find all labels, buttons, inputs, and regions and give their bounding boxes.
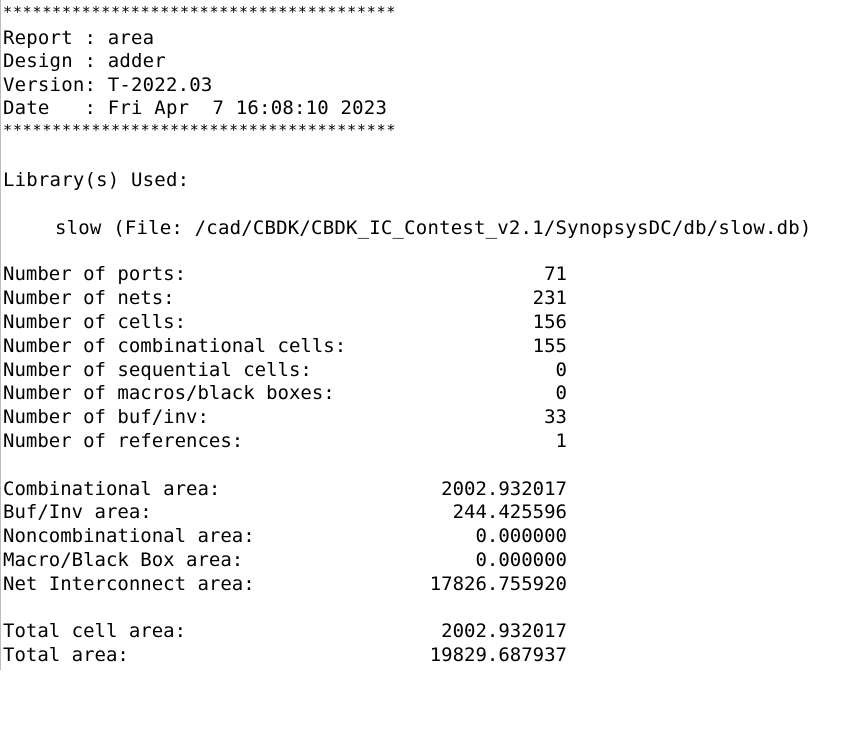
version-line: Version: T-2022.03 (3, 74, 213, 96)
count-value: 1 (555, 430, 567, 452)
count-label: Number of macros/black boxes: (3, 382, 335, 404)
total-label: Total cell area: (3, 620, 187, 642)
separator-top: **************************************** (3, 3, 397, 21)
count-row: Number of cells: 156 (3, 310, 573, 334)
count-label: Number of sequential cells: (3, 359, 312, 381)
total-row: Total cell area: 2002.932017 (3, 619, 573, 643)
area-value: 0.000000 (475, 549, 567, 571)
count-row: Number of macros/black boxes: 0 (3, 381, 573, 405)
total-label: Total area: (3, 644, 129, 666)
total-row: Total area: 19829.687937 (3, 643, 573, 667)
area-label: Combinational area: (3, 478, 221, 500)
area-value: 2002.932017 (441, 478, 567, 500)
total-value: 19829.687937 (429, 644, 567, 666)
area-row: Macro/Black Box area: 0.000000 (3, 548, 573, 572)
terminal-output: ****************************************… (0, 0, 867, 670)
count-row: Number of references: 1 (3, 429, 573, 453)
design-line: Design : adder (3, 50, 166, 72)
count-value: 0 (555, 382, 567, 404)
report-type-line: Report : area (3, 27, 155, 49)
count-value: 156 (532, 311, 567, 333)
count-row: Number of combinational cells: 155 (3, 334, 573, 358)
count-row: Number of sequential cells: 0 (3, 358, 573, 382)
count-row: Number of ports: 71 (3, 262, 573, 286)
count-value: 231 (532, 287, 567, 309)
area-row: Net Interconnect area: 17826.755920 (3, 572, 573, 596)
area-label: Macro/Black Box area: (3, 549, 244, 571)
area-row: Noncombinational area: 0.000000 (3, 524, 573, 548)
count-label: Number of nets: (3, 287, 175, 309)
area-row: Buf/Inv area: 244.425596 (3, 500, 573, 524)
total-value: 2002.932017 (441, 620, 567, 642)
area-label: Net Interconnect area: (3, 573, 255, 595)
area-value: 17826.755920 (429, 573, 567, 595)
count-label: Number of ports: (3, 263, 187, 285)
area-row: Combinational area: 2002.932017 (3, 477, 573, 501)
count-label: Number of references: (3, 430, 244, 452)
library-heading: Library(s) Used: (3, 169, 190, 191)
count-row: Number of buf/inv: 33 (3, 405, 573, 429)
count-value: 33 (544, 406, 567, 428)
count-value: 71 (544, 263, 567, 285)
date-line: Date : Fri Apr 7 16:08:10 2023 (3, 97, 388, 119)
count-label: Number of combinational cells: (3, 335, 347, 357)
area-value: 0.000000 (475, 525, 567, 547)
count-value: 0 (555, 359, 567, 381)
area-label: Noncombinational area: (3, 525, 255, 547)
separator-bottom: **************************************** (3, 121, 397, 139)
count-row: Number of nets: 231 (3, 286, 573, 310)
count-label: Number of buf/inv: (3, 406, 209, 428)
area-value: 244.425596 (452, 501, 567, 523)
count-value: 155 (532, 335, 567, 357)
count-label: Number of cells: (3, 311, 187, 333)
area-label: Buf/Inv area: (3, 501, 152, 523)
library-entry: slow (File: /cad/CBDK/CBDK_IC_Contest_v2… (55, 217, 812, 239)
